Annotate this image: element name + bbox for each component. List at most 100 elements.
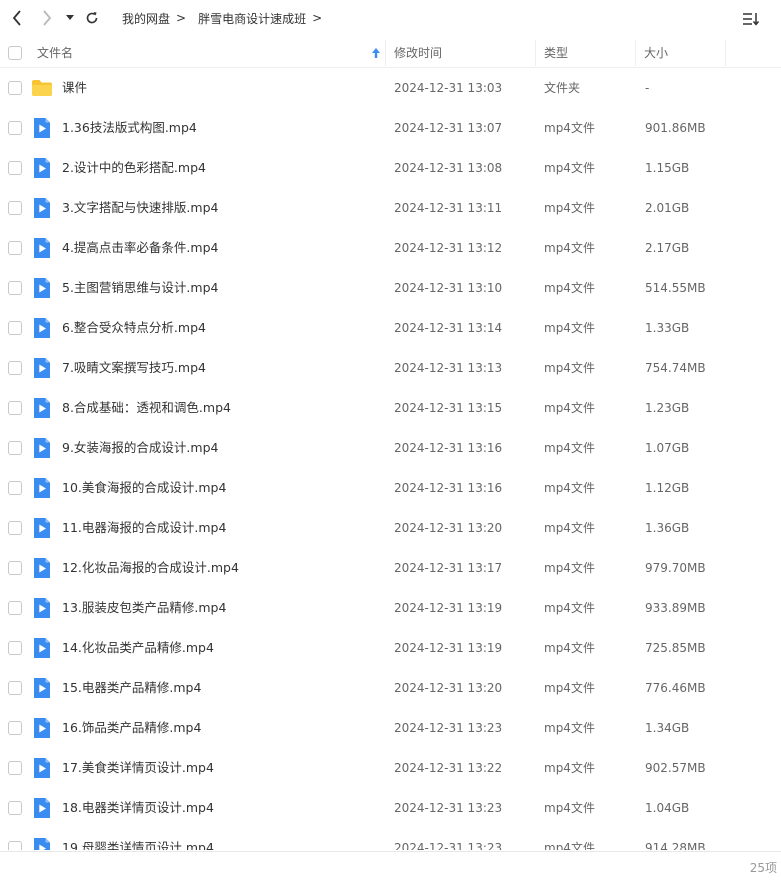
file-row[interactable]: 17.美食类详情页设计.mp4 2024-12-31 13:22 mp4文件 902.… [0, 748, 781, 788]
history-dropdown-button[interactable] [62, 6, 78, 30]
breadcrumb-separator-icon: > [176, 11, 187, 25]
forward-button[interactable] [35, 6, 59, 30]
row-checkbox[interactable] [8, 521, 22, 535]
file-row[interactable]: 1.36技法版式构图.mp4 2024-12-31 13:07 mp4文件 901.8… [0, 108, 781, 148]
file-name[interactable]: 18.电器类详情页设计.mp4 [62, 788, 214, 828]
file-mtime: 2024-12-31 13:12 [394, 241, 503, 255]
file-name[interactable]: 17.美食类详情页设计.mp4 [62, 748, 214, 788]
file-row[interactable]: 9.女装海报的合成设计.mp4 2024-12-31 13:16 mp4文件 1.07… [0, 428, 781, 468]
file-name[interactable]: 15.电器类产品精修.mp4 [62, 668, 201, 708]
file-name[interactable]: 14.化妆品类产品精修.mp4 [62, 628, 214, 668]
row-checkbox[interactable] [8, 401, 22, 415]
arrow-up-icon[interactable] [371, 47, 381, 59]
file-size: - [645, 81, 650, 95]
row-checkbox[interactable] [8, 121, 22, 135]
file-type: mp4文件 [544, 241, 595, 255]
row-checkbox[interactable] [8, 361, 22, 375]
file-name[interactable]: 6.整合受众特点分析.mp4 [62, 308, 206, 348]
file-name[interactable]: 课件 [62, 68, 87, 108]
file-type: mp4文件 [544, 361, 595, 375]
row-checkbox[interactable] [8, 441, 22, 455]
file-size: 754.74MB [645, 361, 706, 375]
select-all-checkbox[interactable] [8, 46, 22, 60]
video-file-icon [31, 117, 53, 139]
row-checkbox[interactable] [8, 761, 22, 775]
file-row[interactable]: 16.饰品类产品精修.mp4 2024-12-31 13:23 mp4文件 1.34G… [0, 708, 781, 748]
row-checkbox[interactable] [8, 801, 22, 815]
file-row[interactable]: 课件 2024-12-31 13:03 文件夹 - [0, 68, 781, 108]
file-type: 文件夹 [544, 81, 581, 95]
video-file-icon [31, 157, 53, 179]
file-mtime: 2024-12-31 13:10 [394, 281, 503, 295]
file-name[interactable]: 3.文字搭配与快速排版.mp4 [62, 188, 218, 228]
folder-icon [31, 77, 53, 99]
video-file-icon [31, 757, 53, 779]
file-name[interactable]: 9.女装海报的合成设计.mp4 [62, 428, 218, 468]
file-mtime: 2024-12-31 13:15 [394, 401, 503, 415]
file-row[interactable]: 15.电器类产品精修.mp4 2024-12-31 13:20 mp4文件 776.4… [0, 668, 781, 708]
file-row[interactable]: 12.化妆品海报的合成设计.mp4 2024-12-31 13:17 mp4文件 97… [0, 548, 781, 588]
file-row[interactable]: 6.整合受众特点分析.mp4 2024-12-31 13:14 mp4文件 1.33G… [0, 308, 781, 348]
row-checkbox[interactable] [8, 681, 22, 695]
file-name[interactable]: 1.36技法版式构图.mp4 [62, 108, 197, 148]
row-checkbox[interactable] [8, 721, 22, 735]
video-file-icon [31, 277, 53, 299]
file-size: 514.55MB [645, 281, 706, 295]
file-row[interactable]: 4.提高点击率必备条件.mp4 2024-12-31 13:12 mp4文件 2.17… [0, 228, 781, 268]
file-type: mp4文件 [544, 641, 595, 655]
column-header-type[interactable]: 类型 [544, 38, 568, 68]
row-checkbox[interactable] [8, 641, 22, 655]
row-checkbox[interactable] [8, 281, 22, 295]
file-row[interactable]: 19.母婴类详情页设计.mp4 2024-12-31 13:23 mp4文件 914.… [0, 828, 781, 850]
file-row[interactable]: 13.服装皮包类产品精修.mp4 2024-12-31 13:19 mp4文件 933… [0, 588, 781, 628]
video-file-icon [31, 317, 53, 339]
file-name[interactable]: 13.服装皮包类产品精修.mp4 [62, 588, 226, 628]
row-checkbox[interactable] [8, 601, 22, 615]
column-divider[interactable] [725, 40, 726, 66]
file-mtime: 2024-12-31 13:08 [394, 161, 503, 175]
row-checkbox[interactable] [8, 201, 22, 215]
row-checkbox[interactable] [8, 841, 22, 850]
file-row[interactable]: 7.吸睛文案撰写技巧.mp4 2024-12-31 13:13 mp4文件 754.7… [0, 348, 781, 388]
row-checkbox[interactable] [8, 481, 22, 495]
row-checkbox[interactable] [8, 241, 22, 255]
file-row[interactable]: 10.美食海报的合成设计.mp4 2024-12-31 13:16 mp4文件 1.1… [0, 468, 781, 508]
file-row[interactable]: 18.电器类详情页设计.mp4 2024-12-31 13:23 mp4文件 1.04… [0, 788, 781, 828]
file-row[interactable]: 2.设计中的色彩搭配.mp4 2024-12-31 13:08 mp4文件 1.15G… [0, 148, 781, 188]
file-name[interactable]: 7.吸睛文案撰写技巧.mp4 [62, 348, 206, 388]
file-row[interactable]: 8.合成基础：透视和调色.mp4 2024-12-31 13:15 mp4文件 1.2… [0, 388, 781, 428]
video-file-icon [31, 237, 53, 259]
column-divider[interactable] [635, 40, 636, 66]
column-header-name[interactable]: 文件名 [37, 38, 73, 68]
file-size: 776.46MB [645, 681, 706, 695]
file-name[interactable]: 12.化妆品海报的合成设计.mp4 [62, 548, 239, 588]
row-checkbox[interactable] [8, 161, 22, 175]
column-divider[interactable] [385, 40, 386, 66]
file-size: 933.89MB [645, 601, 706, 615]
file-name[interactable]: 19.母婴类详情页设计.mp4 [62, 828, 214, 850]
file-row[interactable]: 5.主图营销思维与设计.mp4 2024-12-31 13:10 mp4文件 514.… [0, 268, 781, 308]
column-header-mtime[interactable]: 修改时间 [394, 38, 442, 68]
breadcrumb-item-current[interactable]: 胖雪电商设计速成班 [186, 10, 312, 27]
file-name[interactable]: 11.电器海报的合成设计.mp4 [62, 508, 226, 548]
file-name[interactable]: 2.设计中的色彩搭配.mp4 [62, 148, 206, 188]
row-checkbox[interactable] [8, 81, 22, 95]
refresh-button[interactable] [80, 6, 104, 30]
file-name[interactable]: 5.主图营销思维与设计.mp4 [62, 268, 218, 308]
file-row[interactable]: 3.文字搭配与快速排版.mp4 2024-12-31 13:11 mp4文件 2.01… [0, 188, 781, 228]
file-name[interactable]: 8.合成基础：透视和调色.mp4 [62, 388, 231, 428]
row-checkbox[interactable] [8, 321, 22, 335]
column-header-size[interactable]: 大小 [644, 38, 668, 68]
sort-view-button[interactable] [740, 8, 762, 30]
file-row[interactable]: 14.化妆品类产品精修.mp4 2024-12-31 13:19 mp4文件 725.… [0, 628, 781, 668]
file-type: mp4文件 [544, 761, 595, 775]
row-checkbox[interactable] [8, 561, 22, 575]
file-row[interactable]: 11.电器海报的合成设计.mp4 2024-12-31 13:20 mp4文件 1.3… [0, 508, 781, 548]
column-divider[interactable] [535, 40, 536, 66]
back-button[interactable] [5, 6, 29, 30]
file-name[interactable]: 10.美食海报的合成设计.mp4 [62, 468, 226, 508]
breadcrumb-item-root[interactable]: 我的网盘 [110, 10, 176, 27]
file-name[interactable]: 16.饰品类产品精修.mp4 [62, 708, 201, 748]
file-name[interactable]: 4.提高点击率必备条件.mp4 [62, 228, 218, 268]
video-file-icon [31, 837, 53, 850]
